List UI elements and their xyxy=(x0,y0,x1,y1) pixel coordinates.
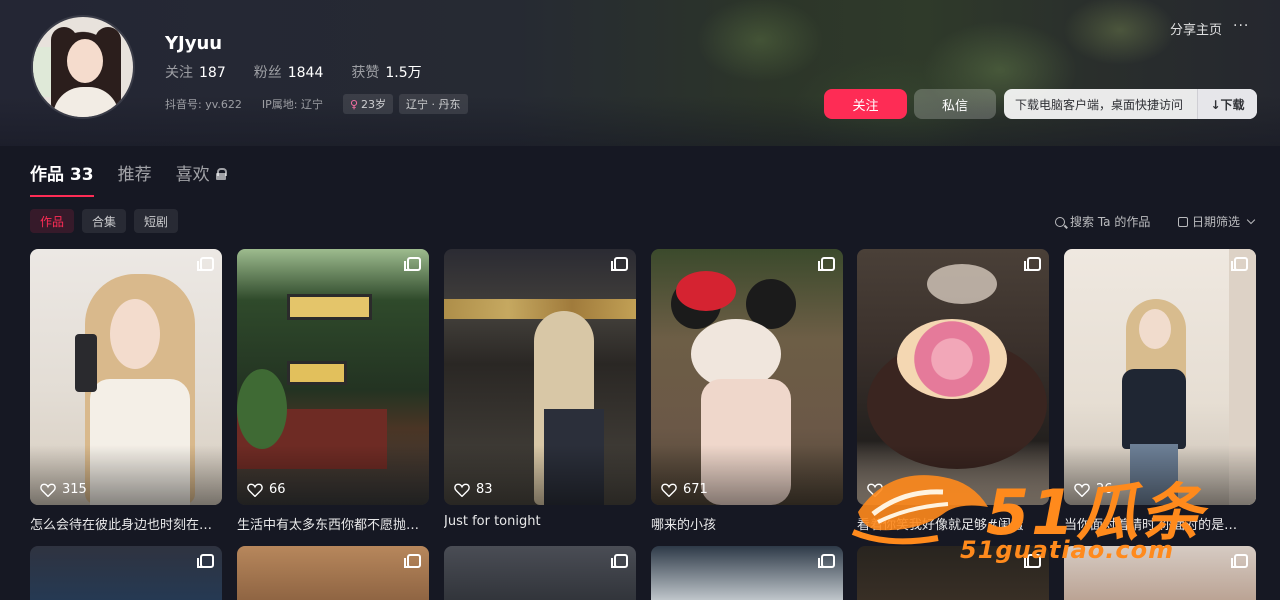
video-thumbnail[interactable] xyxy=(237,546,429,600)
lock-icon xyxy=(215,167,227,180)
multi-image-icon xyxy=(611,257,628,271)
video-card[interactable]: 671 哪来的小孩 xyxy=(651,249,843,533)
profile-stats: 关注 187 粉丝 1844 获赞 1.5万 xyxy=(165,62,422,82)
search-icon xyxy=(1055,216,1065,227)
video-thumbnail[interactable]: 83 xyxy=(444,249,636,505)
heart-icon xyxy=(247,483,263,497)
subtab-collections[interactable]: 合集 xyxy=(82,209,127,233)
message-button[interactable]: 私信 xyxy=(914,89,996,119)
stat-following[interactable]: 关注 187 xyxy=(165,62,226,82)
tab-likes[interactable]: 喜欢 xyxy=(176,160,227,197)
multi-image-icon xyxy=(1231,257,1248,271)
video-card[interactable]: 315 怎么会待在彼此身边也时刻在… xyxy=(30,249,222,533)
multi-image-icon xyxy=(404,554,421,568)
multi-image-icon xyxy=(818,554,835,568)
like-count: 671 xyxy=(661,482,708,497)
video-thumbnail[interactable]: 66 xyxy=(237,249,429,505)
multi-image-icon xyxy=(197,554,214,568)
video-thumbnail[interactable] xyxy=(30,546,222,600)
profile-tabs: 作品 33 推荐 喜欢 xyxy=(30,160,227,197)
more-options-icon[interactable]: ··· xyxy=(1233,18,1249,34)
download-client-banner[interactable]: 下载电脑客户端，桌面快捷访问 ↓下载 xyxy=(1004,89,1257,119)
female-icon: ♀ xyxy=(349,97,359,111)
subtab-works[interactable]: 作品 xyxy=(30,209,75,233)
region-tag: 辽宁 · 丹东 xyxy=(399,94,468,114)
multi-image-icon xyxy=(611,554,628,568)
video-thumbnail[interactable]: 315 xyxy=(30,249,222,505)
watermark-url: 51guatiao.com xyxy=(960,536,1175,564)
chevron-down-icon xyxy=(1246,215,1256,224)
avatar[interactable] xyxy=(31,15,135,119)
video-card[interactable]: 83 Just for tonight xyxy=(444,249,636,529)
search-works[interactable]: 搜索 Ta 的作品 xyxy=(1055,213,1150,230)
username: YJyuu xyxy=(165,33,223,54)
multi-image-icon xyxy=(1024,257,1041,271)
age-tag: ♀ 23岁 xyxy=(342,94,394,114)
date-filter[interactable]: 日期筛选 xyxy=(1178,213,1256,230)
video-thumbnail[interactable] xyxy=(651,546,843,600)
follow-button[interactable]: 关注 xyxy=(824,89,907,119)
video-caption[interactable]: 生活中有太多东西你都不愿抛… xyxy=(237,514,423,533)
heart-icon xyxy=(661,483,677,497)
heart-icon xyxy=(454,483,470,497)
like-count: 315 xyxy=(40,482,87,497)
multi-image-icon xyxy=(818,257,835,271)
video-thumbnail[interactable] xyxy=(444,546,636,600)
tab-works[interactable]: 作品 33 xyxy=(30,160,94,197)
like-count: 66 xyxy=(247,482,286,497)
profile-meta: 抖音号: yv.622 IP属地: 辽宁 ♀ 23岁 辽宁 · 丹东 xyxy=(165,94,468,114)
share-profile-link[interactable]: 分享主页 xyxy=(1170,19,1222,38)
like-count: 83 xyxy=(454,482,493,497)
ip-location: IP属地: 辽宁 xyxy=(261,98,323,111)
multi-image-icon xyxy=(404,257,421,271)
calendar-icon xyxy=(1178,216,1188,227)
stat-likes: 获赞 1.5万 xyxy=(351,65,422,81)
tab-recommend[interactable]: 推荐 xyxy=(118,160,152,197)
stat-followers[interactable]: 粉丝 1844 xyxy=(254,62,324,82)
video-caption[interactable]: 怎么会待在彼此身边也时刻在… xyxy=(30,514,216,533)
video-caption[interactable]: 哪来的小孩 xyxy=(651,514,837,533)
watermark: 51瓜条 51guatiao.com xyxy=(848,452,1248,582)
download-button[interactable]: ↓下载 xyxy=(1197,89,1257,119)
video-thumbnail[interactable]: 671 xyxy=(651,249,843,505)
multi-image-icon xyxy=(197,257,214,271)
video-caption[interactable]: Just for tonight xyxy=(444,514,630,529)
works-subtabs: 作品 合集 短剧 xyxy=(30,209,179,233)
download-client-text[interactable]: 下载电脑客户端，桌面快捷访问 xyxy=(1004,89,1197,119)
douyin-id: 抖音号: yv.622 xyxy=(165,98,242,111)
subtab-short-dramas[interactable]: 短剧 xyxy=(134,209,179,233)
video-card[interactable]: 66 生活中有太多东西你都不愿抛… xyxy=(237,249,429,533)
heart-icon xyxy=(40,483,56,497)
